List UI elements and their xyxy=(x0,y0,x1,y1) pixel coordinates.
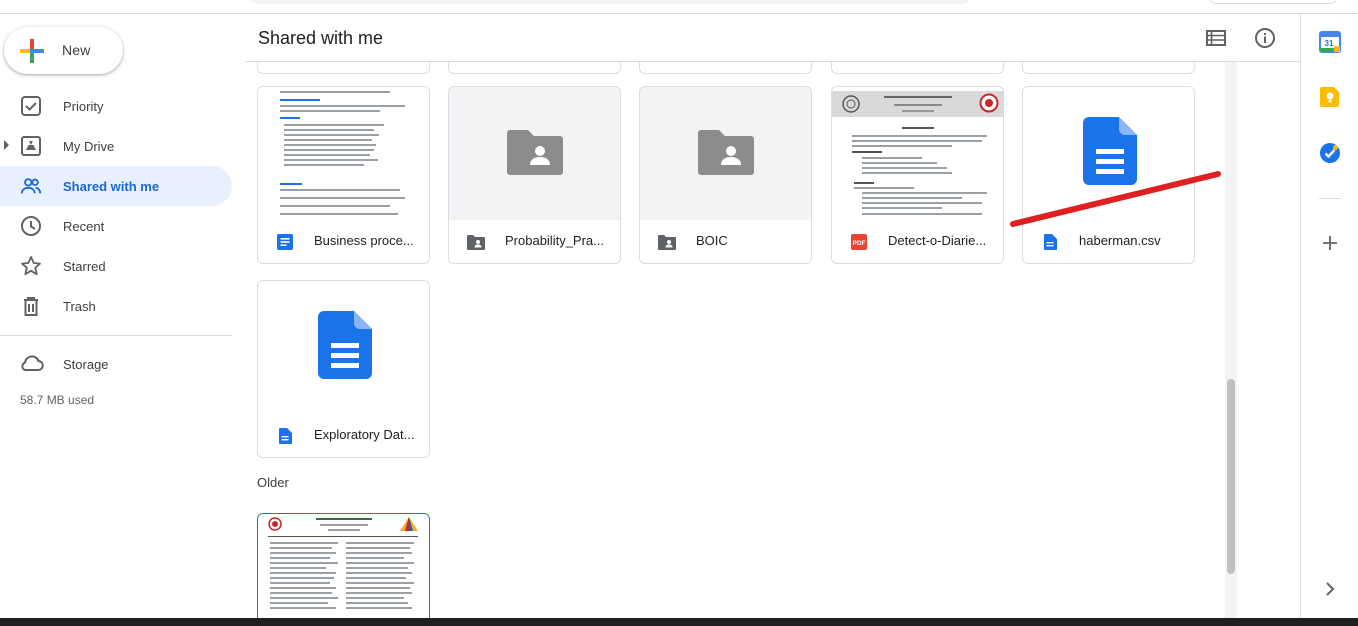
file-card[interactable]: PDF Detect-o-Diarie... xyxy=(831,86,1004,264)
file-card[interactable] xyxy=(257,513,430,618)
list-view-icon[interactable] xyxy=(1204,26,1228,50)
new-button-label: New xyxy=(62,42,91,58)
file-thumbnail xyxy=(258,514,429,618)
storage-label: Storage xyxy=(63,357,109,372)
storage-used-text: 58.7 MB used xyxy=(20,393,95,407)
folder-card[interactable]: Probability_Pra... xyxy=(448,86,621,264)
sidebar-item-starred[interactable]: Starred xyxy=(0,246,232,286)
file-thumbnail xyxy=(258,281,429,414)
new-button[interactable]: New xyxy=(4,27,123,74)
folder-thumbnail xyxy=(640,87,811,220)
shared-folder-icon xyxy=(658,235,676,250)
scrollbar-thumb[interactable] xyxy=(1227,379,1235,574)
new-plus-icon xyxy=(20,39,44,63)
file-name: Exploratory Dat... xyxy=(314,427,415,442)
file-name: haberman.csv xyxy=(1079,233,1161,248)
sidebar-item-storage[interactable]: Storage xyxy=(0,343,232,383)
keep-icon[interactable] xyxy=(1319,86,1341,108)
people-icon xyxy=(20,178,42,194)
file-icon xyxy=(1044,234,1057,250)
file-card[interactable]: haberman.csv xyxy=(1022,86,1195,264)
sidebar-item-priority[interactable]: Priority xyxy=(0,86,232,126)
side-panel-divider xyxy=(1319,198,1341,199)
sidebar-divider xyxy=(0,335,232,336)
file-card-partial[interactable] xyxy=(257,62,430,74)
section-heading-older: Older xyxy=(257,475,289,490)
pdf-icon: PDF xyxy=(851,234,867,250)
chevron-right-icon[interactable] xyxy=(1319,578,1341,600)
star-icon xyxy=(21,256,41,276)
sidebar-item-recent[interactable]: Recent xyxy=(0,206,232,246)
file-card-footer: PDF Detect-o-Diarie... xyxy=(832,220,1003,263)
sidebar-nav: Priority My Drive Shared with me Recent … xyxy=(0,86,232,326)
google-docs-icon xyxy=(277,234,293,250)
expand-caret-icon[interactable] xyxy=(4,140,9,150)
seal-logo-icon xyxy=(268,517,282,531)
file-thumbnail xyxy=(832,87,1003,220)
pdf-badge-text: PDF xyxy=(853,240,866,247)
add-addon-icon[interactable] xyxy=(1319,232,1341,254)
top-bar xyxy=(0,0,1358,14)
page-title: Shared with me xyxy=(258,28,384,48)
clock-icon xyxy=(21,216,41,236)
sidebar-item-label: Starred xyxy=(63,258,106,274)
sidebar-item-my-drive[interactable]: My Drive xyxy=(0,126,232,166)
folder-name: Probability_Pra... xyxy=(505,233,604,248)
file-card-partial[interactable] xyxy=(448,62,621,74)
main-header: Shared with me xyxy=(245,14,1300,62)
folder-thumbnail xyxy=(449,87,620,220)
sidebar-item-label: Trash xyxy=(63,298,96,314)
account-area[interactable] xyxy=(1208,0,1338,4)
folder-name: BOIC xyxy=(696,233,728,248)
sidebar-item-label: Shared with me xyxy=(63,178,160,194)
sidebar: New Priority My Drive Shared with me Rec… xyxy=(0,14,245,618)
sidebar-item-label: Recent xyxy=(63,218,105,234)
file-card-footer: Exploratory Dat... xyxy=(258,414,429,457)
sidebar-item-shared-with-me[interactable]: Shared with me xyxy=(0,166,232,206)
google-docs-icon xyxy=(279,428,292,444)
file-card-footer: Business proce... xyxy=(258,220,429,263)
tasks-icon[interactable] xyxy=(1319,142,1341,164)
side-panel: 31 xyxy=(1300,14,1358,618)
trash-icon xyxy=(24,297,38,316)
cloud-icon xyxy=(21,355,44,371)
search-bar[interactable] xyxy=(250,0,970,4)
calendar-day: 31 xyxy=(1325,39,1334,48)
folder-card[interactable]: BOIC xyxy=(639,86,812,264)
file-card[interactable]: Exploratory Dat... xyxy=(257,280,430,458)
file-thumbnail xyxy=(258,87,429,220)
info-icon[interactable] xyxy=(1253,26,1277,50)
file-card-partial[interactable] xyxy=(831,62,1004,74)
shared-folder-icon xyxy=(467,235,485,250)
file-name: Business proce... xyxy=(314,233,414,248)
file-card-footer: Probability_Pra... xyxy=(449,220,620,263)
shared-folder-icon xyxy=(698,130,754,175)
file-card[interactable]: Business proce... xyxy=(257,86,430,264)
sidebar-item-label: My Drive xyxy=(63,138,115,154)
shared-folder-icon xyxy=(507,130,563,175)
google-docs-large-icon xyxy=(318,311,372,379)
seal-logo-icon xyxy=(979,93,999,113)
file-card-footer: BOIC xyxy=(640,220,811,263)
calendar-icon[interactable]: 31 xyxy=(1319,31,1341,53)
sidebar-item-trash[interactable]: Trash xyxy=(0,286,232,326)
file-card-partial[interactable] xyxy=(639,62,812,74)
seal-logo-icon xyxy=(842,95,860,113)
os-taskbar xyxy=(0,618,1358,626)
sidebar-item-label: Priority xyxy=(63,98,104,114)
triangle-logo-icon xyxy=(400,517,418,531)
file-card-footer: haberman.csv xyxy=(1023,220,1194,263)
main-content: Shared with me Business proce... Probabi… xyxy=(245,14,1300,618)
file-large-icon xyxy=(1083,117,1137,185)
file-card-partial[interactable] xyxy=(1022,62,1195,74)
my-drive-icon xyxy=(21,136,41,156)
file-thumbnail xyxy=(1023,87,1194,220)
file-name: Detect-o-Diarie... xyxy=(888,233,987,248)
priority-icon xyxy=(21,96,41,116)
